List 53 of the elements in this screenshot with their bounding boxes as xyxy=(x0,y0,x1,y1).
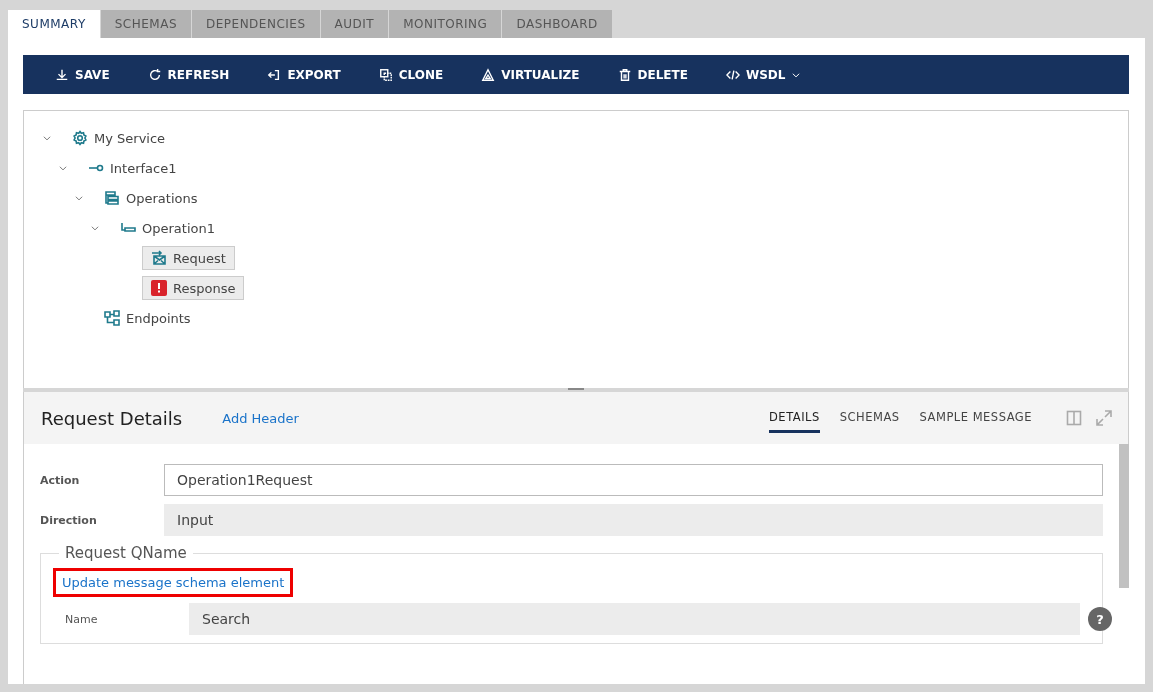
panel-title: Request Details xyxy=(41,407,183,429)
triangle-icon xyxy=(481,67,496,82)
tree-item[interactable]: Interface1 xyxy=(88,160,177,176)
gear-icon xyxy=(72,130,88,146)
tree-item[interactable]: Request xyxy=(142,246,235,270)
tab[interactable]: AUDIT xyxy=(320,10,390,38)
tab[interactable]: SCHEMAS xyxy=(100,10,192,38)
hierarchy-icon xyxy=(104,310,120,326)
clone-icon xyxy=(378,67,393,82)
tree-item[interactable]: My Service xyxy=(72,130,166,146)
error-icon xyxy=(151,280,167,296)
chevron-icon[interactable] xyxy=(58,163,68,173)
expand-icon[interactable] xyxy=(1096,410,1112,426)
field-label: Action xyxy=(40,473,81,487)
delete-button[interactable]: DELETE xyxy=(605,59,700,90)
field-label: Direction xyxy=(40,513,98,527)
update-schema-link[interactable]: Update message schema element xyxy=(53,568,294,597)
chevron-icon[interactable] xyxy=(90,223,100,233)
envelope-arrow-icon xyxy=(151,250,167,266)
readonly-field[interactable]: Input xyxy=(164,504,1103,536)
tab[interactable]: DEPENDENCIES xyxy=(192,10,321,38)
clone-button[interactable]: CLONE xyxy=(366,59,456,90)
tree-item[interactable]: Response xyxy=(142,276,245,300)
help-button[interactable]: ? xyxy=(1088,607,1112,631)
readonly-field[interactable]: Search xyxy=(189,603,1080,635)
details-tab[interactable]: DETAILS xyxy=(769,403,820,433)
wsdl-button[interactable]: WSDL xyxy=(713,59,814,90)
stacked-bars-icon xyxy=(104,190,120,206)
tree-item[interactable]: Operations xyxy=(104,190,198,206)
text-field[interactable]: Operation1Request xyxy=(164,464,1103,496)
tab[interactable]: SUMMARY xyxy=(8,10,101,38)
chevron-icon[interactable] xyxy=(74,193,84,203)
virtualize-button[interactable]: VIRTUALIZE xyxy=(469,59,592,90)
tree-item[interactable]: Endpoints xyxy=(104,310,191,326)
refresh-button[interactable]: REFRESH xyxy=(135,59,242,90)
details-tab[interactable]: SAMPLE MESSAGE xyxy=(919,403,1032,433)
add-header-link[interactable]: Add Header xyxy=(222,410,299,426)
trash-icon xyxy=(617,67,632,82)
tab[interactable]: DASHBOARD xyxy=(502,10,613,38)
export-button[interactable]: EXPORT xyxy=(255,59,353,90)
field-label: Name xyxy=(65,612,99,626)
download-icon xyxy=(55,67,69,82)
export-icon xyxy=(267,67,282,82)
details-tab[interactable]: SCHEMAS xyxy=(839,403,900,433)
chevron-icon[interactable] xyxy=(42,133,52,143)
tree-item[interactable]: Operation1 xyxy=(120,220,215,236)
tab[interactable]: MONITORING xyxy=(389,10,503,38)
split-view-icon[interactable] xyxy=(1066,410,1082,426)
scrollbar[interactable] xyxy=(1119,444,1129,588)
splitter-handle[interactable] xyxy=(568,388,584,390)
group-legend: Request QName xyxy=(59,544,193,562)
refresh-icon xyxy=(147,67,162,82)
save-button[interactable]: SAVE xyxy=(43,59,122,90)
